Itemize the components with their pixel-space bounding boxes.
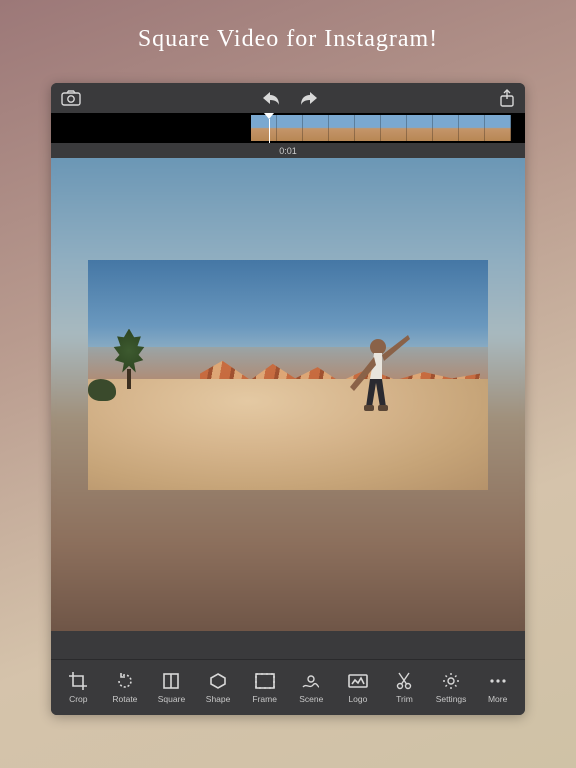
- scene-icon: [300, 671, 322, 691]
- tool-label: Crop: [69, 694, 87, 704]
- video-preview: [88, 260, 488, 490]
- crop-icon: [68, 671, 88, 691]
- tool-label: Logo: [348, 694, 367, 704]
- tool-label: Scene: [299, 694, 323, 704]
- timeline-thumb[interactable]: [277, 115, 303, 141]
- tool-label: Rotate: [112, 694, 137, 704]
- frame-icon: [254, 671, 276, 691]
- top-toolbar: [51, 83, 525, 113]
- square-icon: [161, 671, 181, 691]
- tool-label: Frame: [252, 694, 277, 704]
- rotate-icon: [115, 671, 135, 691]
- bottom-toolbar: Crop Rotate Square: [51, 659, 525, 715]
- tool-scene[interactable]: Scene: [291, 671, 331, 704]
- timeline-thumb[interactable]: [251, 115, 277, 141]
- timeline-thumb[interactable]: [485, 115, 511, 141]
- tool-shape[interactable]: Shape: [198, 671, 238, 704]
- timeline-thumb[interactable]: [381, 115, 407, 141]
- device-frame: 0:01: [51, 83, 525, 715]
- timeline-thumb[interactable]: [329, 115, 355, 141]
- timeline-thumb[interactable]: [407, 115, 433, 141]
- timecode: 0:01: [51, 143, 525, 158]
- tool-more[interactable]: More: [478, 671, 518, 704]
- tool-crop[interactable]: Crop: [58, 671, 98, 704]
- redo-icon[interactable]: [299, 90, 319, 106]
- timeline-thumb[interactable]: [355, 115, 381, 141]
- undo-icon[interactable]: [261, 90, 281, 106]
- camera-icon[interactable]: [61, 90, 81, 106]
- timeline-thumb[interactable]: [459, 115, 485, 141]
- tool-logo[interactable]: Logo: [338, 671, 378, 704]
- timeline-strip[interactable]: [51, 113, 525, 143]
- more-icon: [488, 671, 508, 691]
- share-icon[interactable]: [499, 89, 515, 107]
- timeline-thumb[interactable]: [433, 115, 459, 141]
- tool-rotate[interactable]: Rotate: [105, 671, 145, 704]
- tool-label: Shape: [206, 694, 231, 704]
- timeline-thumb[interactable]: [303, 115, 329, 141]
- trim-icon: [395, 671, 413, 691]
- tool-frame[interactable]: Frame: [245, 671, 285, 704]
- tool-label: Square: [158, 694, 185, 704]
- tool-label: More: [488, 694, 507, 704]
- tool-label: Settings: [436, 694, 467, 704]
- settings-icon: [441, 671, 461, 691]
- tool-square[interactable]: Square: [151, 671, 191, 704]
- tool-label: Trim: [396, 694, 413, 704]
- canvas-area[interactable]: [51, 158, 525, 631]
- person-figure: [336, 329, 416, 449]
- logo-icon: [347, 671, 369, 691]
- tool-trim[interactable]: Trim: [384, 671, 424, 704]
- tool-settings[interactable]: Settings: [431, 671, 471, 704]
- promo-title: Square Video for Instagram!: [138, 26, 438, 53]
- shape-icon: [208, 671, 228, 691]
